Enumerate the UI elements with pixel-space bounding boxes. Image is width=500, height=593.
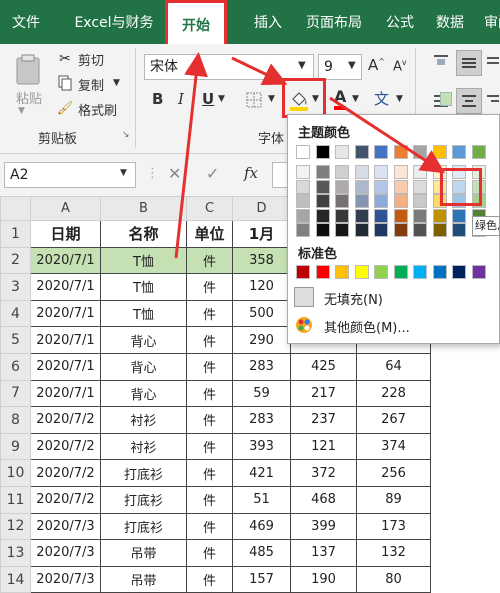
arrow-fill-to-swatch bbox=[329, 96, 446, 174]
arrow-tab-to-fill bbox=[231, 56, 288, 86]
arrow-cell-to-tab bbox=[174, 52, 208, 259]
annotation-arrows bbox=[174, 52, 446, 259]
